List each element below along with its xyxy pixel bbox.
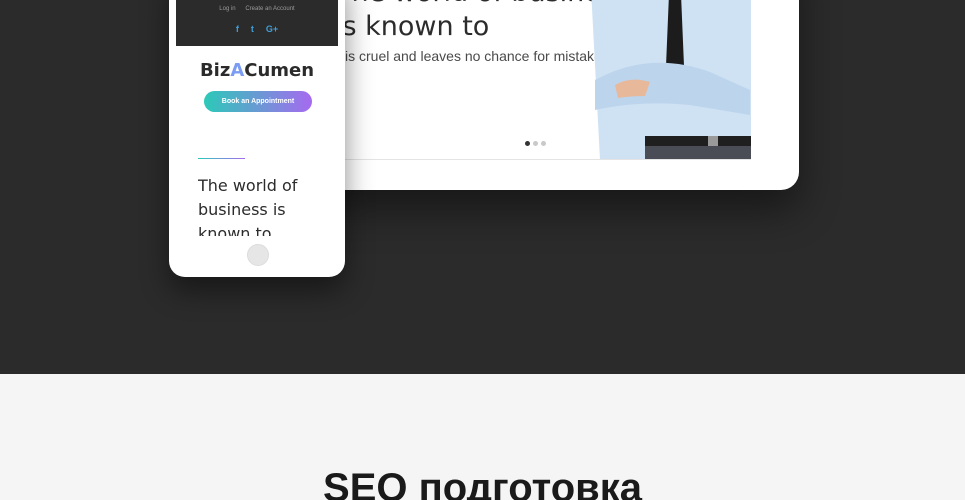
create-account-link[interactable]: Create an Account [245, 6, 294, 12]
phone-top-bar: Log in Create an Account f t G+ [176, 0, 338, 46]
social-links: f t G+ [176, 24, 338, 34]
phone-account-links: Log in Create an Account [176, 6, 338, 12]
carousel-dots [525, 141, 546, 146]
carousel-dot-2[interactable] [533, 141, 538, 146]
carousel-dot-3[interactable] [541, 141, 546, 146]
bizacumen-logo[interactable]: BizACumen [169, 60, 345, 81]
book-appointment-button[interactable]: Book an Appointment [204, 91, 312, 112]
logo-part-3: Cumen [244, 60, 315, 81]
logo-part-2: A [230, 60, 245, 81]
login-link[interactable]: Log in [219, 6, 235, 12]
twitter-icon[interactable]: t [251, 24, 254, 34]
phone-headline: The world of business is known to [198, 176, 298, 236]
facebook-icon[interactable]: f [236, 24, 239, 34]
tablet-subtext: is cruel and leaves no chance for mistak… [345, 48, 606, 64]
google-plus-icon[interactable]: G+ [266, 24, 278, 34]
section-heading: SEO подготовка [323, 466, 642, 500]
businessman-image [591, 0, 751, 159]
phone-home-button[interactable] [247, 244, 269, 266]
hero-showcase-section: The world of business is known to is cru… [0, 0, 965, 374]
seo-section: SEO подготовка [0, 374, 965, 500]
phone-mockup: Log in Create an Account f t G+ BizACume… [169, 0, 345, 277]
gradient-divider [198, 158, 245, 159]
logo-part-1: Biz [199, 60, 231, 81]
carousel-dot-1[interactable] [525, 141, 530, 146]
